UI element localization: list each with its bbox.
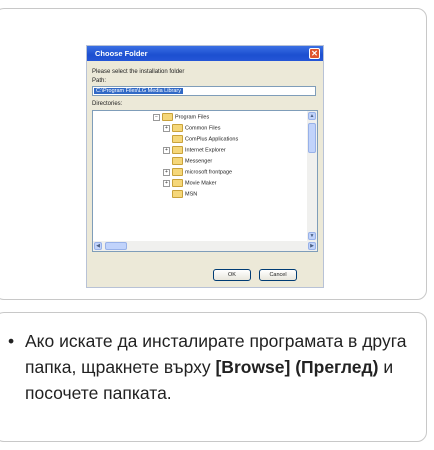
folder-icon xyxy=(172,168,183,176)
ok-button[interactable]: OK xyxy=(213,269,251,281)
expand-icon[interactable]: + xyxy=(163,168,170,176)
bullet: • xyxy=(8,331,15,351)
tree-item[interactable]: Messenger xyxy=(172,157,212,166)
folder-icon xyxy=(172,135,183,143)
instruction-label: Please select the installation folder xyxy=(92,69,185,75)
folder-icon xyxy=(172,179,183,187)
path-label: Path: xyxy=(92,78,107,84)
path-input[interactable]: C:\Program Files\LG Media Library xyxy=(92,86,316,96)
browse-label: [Browse] (Преглед) xyxy=(215,357,379,377)
vertical-scroll-thumb[interactable] xyxy=(308,123,316,153)
close-icon[interactable]: ✕ xyxy=(309,48,320,59)
folder-icon xyxy=(172,190,183,198)
folder-icon xyxy=(172,146,183,154)
directory-tree[interactable]: − Program Files + Common Files ComPlus App… xyxy=(92,110,318,252)
expand-icon[interactable]: + xyxy=(163,146,170,154)
scroll-down-icon[interactable]: ▼ xyxy=(308,232,316,240)
vertical-scrollbar[interactable]: ▲ ▼ xyxy=(307,111,317,241)
folder-icon xyxy=(162,113,173,121)
scroll-left-icon[interactable]: ◀ xyxy=(94,242,102,250)
folder-icon xyxy=(172,124,183,132)
scroll-right-icon[interactable]: ▶ xyxy=(308,242,316,250)
tree-item[interactable]: MSN xyxy=(172,190,197,199)
tree-item[interactable]: + Movie Maker xyxy=(163,179,216,188)
tree-item[interactable]: + Internet Explorer xyxy=(163,146,226,155)
choose-folder-dialog: Choose Folder ✕ Please select the instal… xyxy=(86,45,324,288)
tree-item[interactable]: + microsoft frontpage xyxy=(163,168,232,177)
dialog-title: Choose Folder xyxy=(87,46,323,61)
collapse-icon[interactable]: − xyxy=(153,113,160,121)
horizontal-scrollbar[interactable]: ◀ ▶ xyxy=(93,241,317,251)
scroll-up-icon[interactable]: ▲ xyxy=(308,112,316,120)
directories-label: Directories: xyxy=(92,101,123,107)
instruction-text: • Ако искате да инсталирате програмата в… xyxy=(8,328,425,406)
expand-icon[interactable]: + xyxy=(163,124,170,132)
folder-icon xyxy=(172,157,183,165)
cancel-button[interactable]: Cancel xyxy=(259,269,297,281)
horizontal-scroll-thumb[interactable] xyxy=(105,242,127,250)
tree-item[interactable]: − Program Files xyxy=(153,113,209,122)
tree-item[interactable]: + Common Files xyxy=(163,124,220,133)
expand-icon[interactable]: + xyxy=(163,179,170,187)
tree-item[interactable]: ComPlus Applications xyxy=(172,135,238,144)
path-value: C:\Program Files\LG Media Library xyxy=(94,88,183,94)
